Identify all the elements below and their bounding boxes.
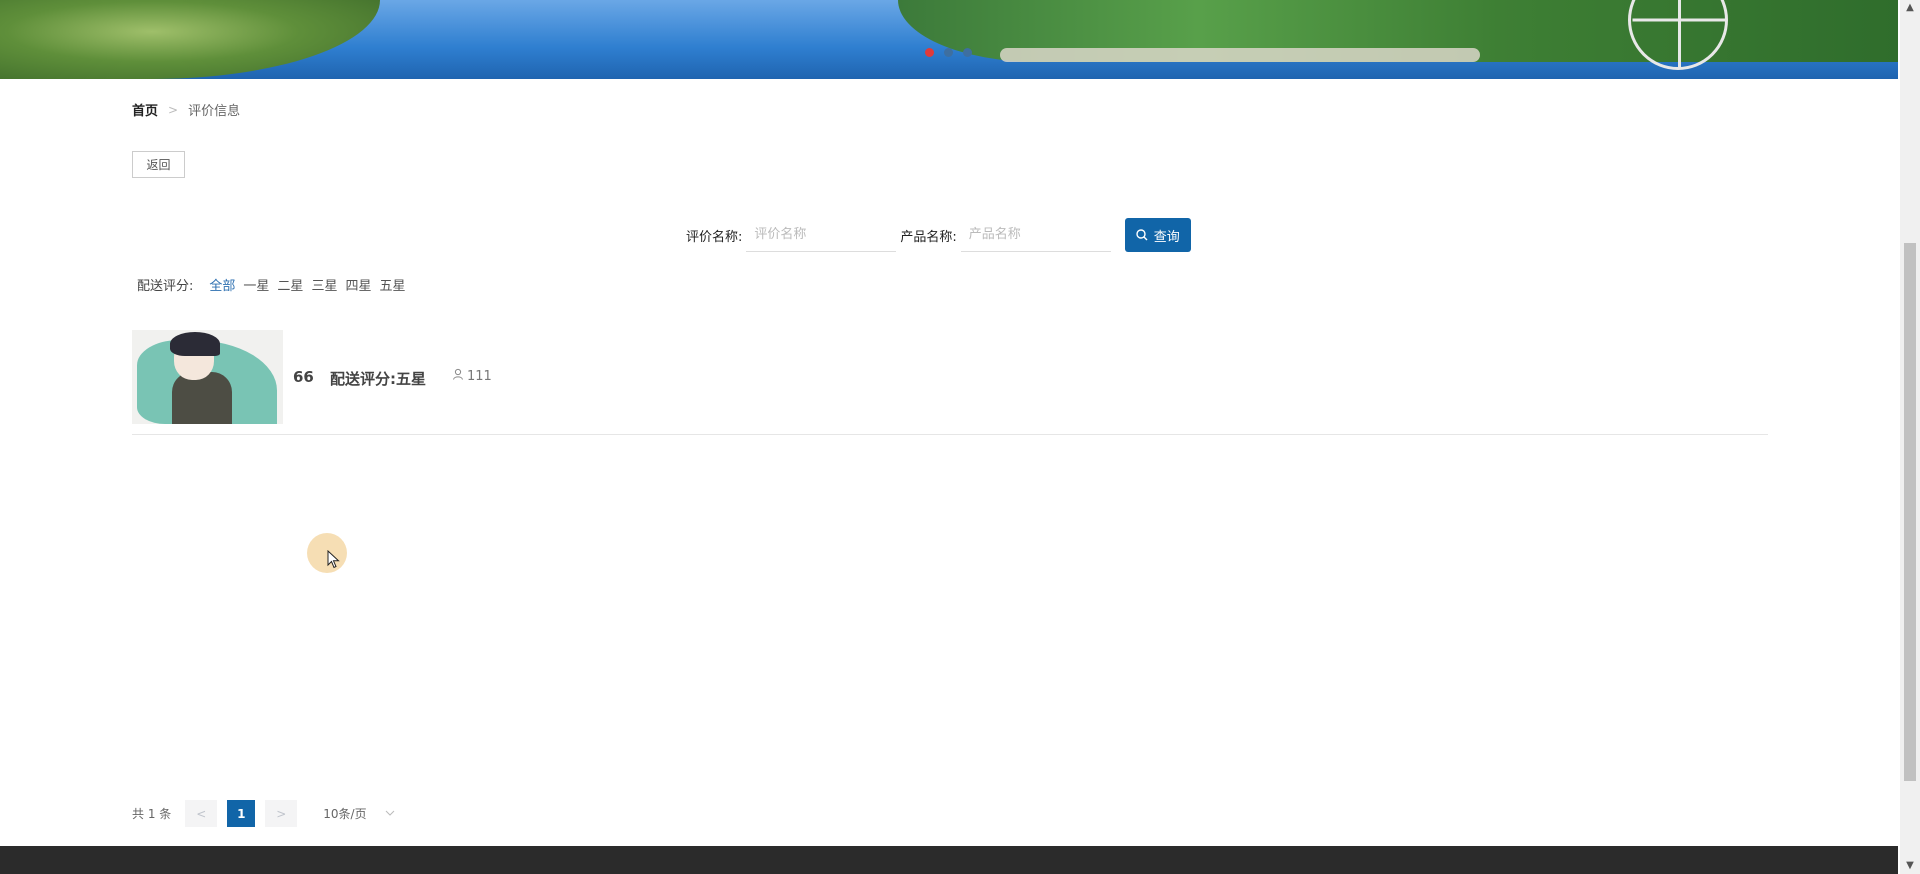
back-button[interactable]: 返回 <box>132 151 185 178</box>
search-bar: 评价名称: 产品名称: 查询 <box>686 218 1191 252</box>
review-rating: 配送评分:五星 <box>330 370 426 388</box>
breadcrumb-home[interactable]: 首页 <box>132 100 158 119</box>
search-icon <box>1136 229 1148 241</box>
prev-page-button[interactable]: < <box>185 800 218 827</box>
scroll-down-arrow-icon[interactable]: ▼ <box>1900 858 1920 874</box>
filter-option-four-star[interactable]: 四星 <box>345 275 371 294</box>
vertical-scrollbar[interactable]: ▲ ▼ <box>1900 0 1920 874</box>
delivery-rating-filter: 配送评分: 全部 一星 二星 三星 四星 五星 <box>137 275 405 294</box>
banner-carousel[interactable] <box>0 0 1898 79</box>
review-name-input[interactable] <box>746 218 897 252</box>
pagination: 共 1 条 < 1 > 10条/页 <box>132 800 395 827</box>
carousel-dot-3[interactable] <box>963 48 972 57</box>
page-size-value: 10条/页 <box>323 807 367 821</box>
carousel-dot-1[interactable] <box>925 48 934 57</box>
query-button[interactable]: 查询 <box>1124 218 1191 252</box>
review-thumbnail[interactable] <box>132 330 283 424</box>
list-item[interactable]: 66 配送评分:五星 111 <box>132 330 1768 435</box>
filter-option-three-star[interactable]: 三星 <box>311 275 337 294</box>
breadcrumb-separator: > <box>168 102 179 117</box>
review-name-label: 评价名称: <box>686 229 743 245</box>
filter-option-one-star[interactable]: 一星 <box>243 275 269 294</box>
page-footer <box>0 846 1898 874</box>
filter-option-five-star[interactable]: 五星 <box>379 275 405 294</box>
carousel-indicators <box>925 48 972 57</box>
page-size-select[interactable]: 10条/页 <box>323 805 394 822</box>
review-title[interactable]: 66 <box>293 368 314 386</box>
banner-park-left <box>0 0 380 79</box>
carousel-dot-2[interactable] <box>944 48 953 57</box>
scroll-up-arrow-icon[interactable]: ▲ <box>1900 0 1920 16</box>
review-views: 111 <box>452 368 492 384</box>
product-name-input[interactable] <box>960 218 1111 252</box>
views-count: 111 <box>467 368 492 384</box>
user-icon <box>452 368 464 384</box>
product-name-label: 产品名称: <box>900 229 957 245</box>
chevron-down-icon <box>385 808 395 819</box>
breadcrumb-current: 评价信息 <box>188 104 241 119</box>
scrollbar-thumb[interactable] <box>1904 243 1916 781</box>
mouse-cursor-icon <box>327 549 340 573</box>
filter-label: 配送评分: <box>137 279 194 294</box>
page-number-1[interactable]: 1 <box>227 800 256 827</box>
breadcrumb: 首页 > 评价信息 <box>132 100 241 120</box>
filter-option-all[interactable]: 全部 <box>209 275 235 294</box>
next-page-button[interactable]: > <box>265 800 298 827</box>
total-count: 共 1 条 <box>132 807 172 821</box>
filter-option-two-star[interactable]: 二星 <box>277 275 303 294</box>
banner-shoreline <box>1000 48 1480 62</box>
query-button-label: 查询 <box>1153 229 1180 245</box>
